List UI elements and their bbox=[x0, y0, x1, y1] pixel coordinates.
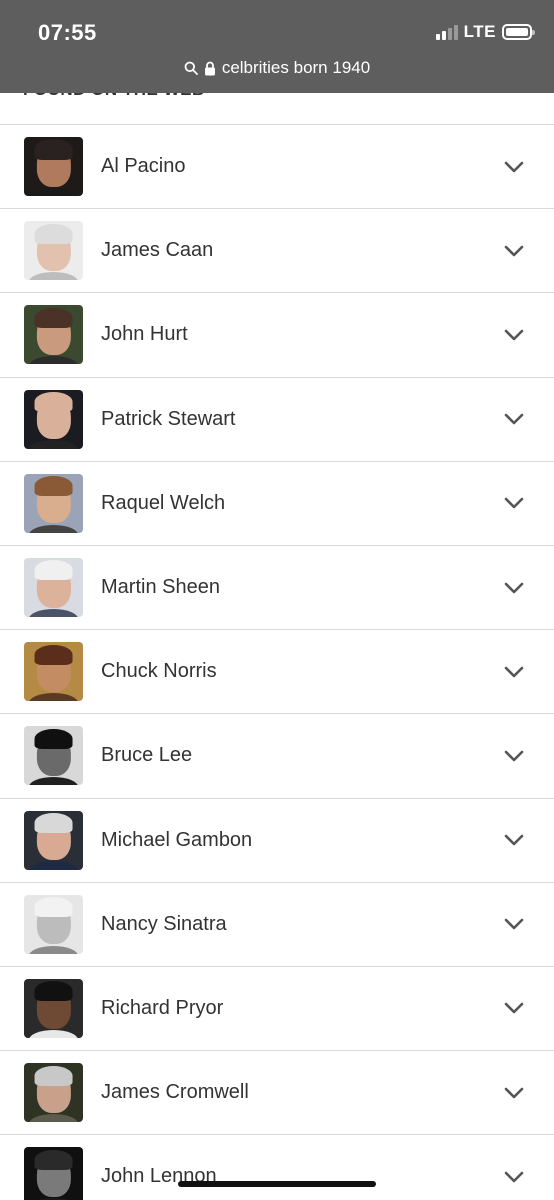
chevron-down-icon[interactable] bbox=[504, 833, 524, 847]
list-item[interactable]: Martin Sheen bbox=[0, 546, 554, 631]
person-name: James Cromwell bbox=[101, 1081, 249, 1104]
person-photo bbox=[24, 305, 83, 365]
url-bar[interactable]: celbrities born 1940 bbox=[0, 58, 554, 78]
person-photo bbox=[24, 137, 83, 197]
list-item[interactable]: James Caan bbox=[0, 209, 554, 294]
chevron-down-icon[interactable] bbox=[504, 496, 524, 510]
person-name: James Caan bbox=[101, 239, 214, 262]
home-indicator[interactable] bbox=[178, 1181, 376, 1187]
person-photo bbox=[24, 894, 83, 954]
person-name: Chuck Norris bbox=[101, 660, 217, 683]
chevron-down-icon[interactable] bbox=[504, 244, 524, 258]
chevron-down-icon[interactable] bbox=[504, 1170, 524, 1184]
url-text: celbrities born 1940 bbox=[221, 58, 371, 77]
person-photo bbox=[24, 726, 83, 786]
person-name: Richard Pryor bbox=[101, 996, 224, 1019]
browser-top-bar: 07:55 LTE celbrities born 1940 bbox=[0, 0, 554, 93]
person-photo bbox=[24, 1147, 83, 1200]
search-icon bbox=[184, 61, 198, 75]
status-time: 07:55 bbox=[38, 20, 97, 45]
chevron-down-icon[interactable] bbox=[504, 160, 524, 174]
person-name: John Hurt bbox=[101, 323, 188, 346]
chevron-down-icon[interactable] bbox=[504, 581, 524, 595]
person-name: Patrick Stewart bbox=[101, 407, 236, 430]
status-indicators: LTE bbox=[435, 22, 535, 42]
signal-icon bbox=[435, 24, 458, 40]
person-photo bbox=[24, 389, 83, 449]
chevron-down-icon[interactable] bbox=[504, 1086, 524, 1100]
list-item[interactable]: John Lennon bbox=[0, 1135, 554, 1200]
list-item[interactable]: John Hurt bbox=[0, 293, 554, 378]
list-item[interactable]: Bruce Lee bbox=[0, 714, 554, 799]
chevron-down-icon[interactable] bbox=[504, 665, 524, 679]
chevron-down-icon[interactable] bbox=[504, 328, 524, 342]
person-photo bbox=[24, 473, 83, 533]
person-name: Bruce Lee bbox=[101, 744, 193, 767]
chevron-down-icon[interactable] bbox=[504, 412, 524, 426]
person-photo bbox=[24, 642, 83, 702]
lock-icon bbox=[204, 61, 215, 75]
chevron-down-icon[interactable] bbox=[504, 749, 524, 763]
list-item[interactable]: Michael Gambon bbox=[0, 799, 554, 883]
person-name: Martin Sheen bbox=[101, 576, 220, 599]
person-photo bbox=[24, 221, 83, 281]
chevron-down-icon[interactable] bbox=[504, 1001, 524, 1015]
person-name: Nancy Sinatra bbox=[101, 912, 227, 935]
person-photo bbox=[24, 810, 83, 870]
list-item[interactable]: Nancy Sinatra bbox=[0, 883, 554, 967]
person-photo bbox=[24, 558, 83, 618]
battery-icon bbox=[502, 24, 535, 40]
list-item[interactable]: Patrick Stewart bbox=[0, 378, 554, 462]
person-photo bbox=[24, 1063, 83, 1123]
network-label: LTE bbox=[463, 22, 496, 41]
list-item[interactable]: Al Pacino bbox=[0, 125, 554, 210]
person-name: Raquel Welch bbox=[101, 491, 226, 514]
list-item[interactable]: Chuck Norris bbox=[0, 630, 554, 715]
list-item[interactable]: Raquel Welch bbox=[0, 462, 554, 546]
result-list: Al Pacino James Caan John Hurt Patrick Stew… bbox=[0, 125, 554, 1200]
list-item[interactable]: James Cromwell bbox=[0, 1051, 554, 1136]
chevron-down-icon[interactable] bbox=[504, 917, 524, 931]
person-name: Michael Gambon bbox=[101, 828, 253, 851]
list-item[interactable]: Richard Pryor bbox=[0, 967, 554, 1052]
person-name: Al Pacino bbox=[101, 155, 186, 178]
person-photo bbox=[24, 978, 83, 1038]
